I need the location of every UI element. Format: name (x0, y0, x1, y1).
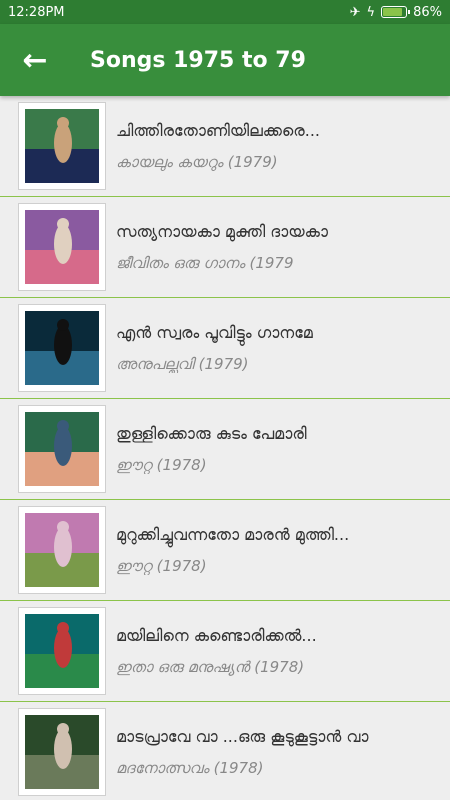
song-list-item[interactable]: മയിലിനെ കണ്ടൊരിക്കൽ... ഇതാ ഒരു മനുഷ്യൻ (1… (0, 601, 450, 702)
song-thumbnail (18, 607, 106, 695)
status-time: 12:28PM (8, 4, 65, 20)
film-name: അനുപല്ലവി (1979) (116, 355, 249, 373)
film-name: മദനോത്സവം (1978) (116, 759, 264, 777)
song-list[interactable]: ചിത്തിരതോണിയിലക്കരെ... കായലും കയറും (1979… (0, 96, 450, 800)
status-icons: ✈ ϟ 86% (350, 5, 442, 20)
app-bar: ← Songs 1975 to 79 (0, 24, 450, 96)
video-still-image (25, 412, 99, 486)
airplane-icon: ✈ (349, 4, 361, 20)
song-title: ചിത്തിരതോണിയിലക്കരെ... (116, 121, 320, 140)
song-title: തുള്ളിക്കൊരു കുടം പേമാരി (116, 424, 307, 443)
song-title: എൻ സ്വരം പൂവിട്ടും ഗാനമേ (116, 323, 313, 342)
video-still-image (25, 210, 99, 284)
video-still-image (25, 109, 99, 183)
page-title: Songs 1975 to 79 (90, 47, 306, 73)
song-list-item[interactable]: സത്യനായകാ മുക്തി ദായകാ ജീവിതം ഒരു ഗാനം (1… (0, 197, 450, 298)
song-thumbnail (18, 304, 106, 392)
song-thumbnail (18, 102, 106, 190)
back-arrow-icon[interactable]: ← (0, 24, 70, 96)
video-still-image (25, 513, 99, 587)
song-title: മയിലിനെ കണ്ടൊരിക്കൽ... (116, 626, 317, 645)
song-list-item[interactable]: മുറുക്കിച്ചുവന്നതോ മാരൻ മുത്തി... ഈറ്റ (1… (0, 500, 450, 601)
song-list-item[interactable]: മാടപ്രാവേ വാ ...ഒരു കൂടുകൂട്ടാൻ വാ മദനോത്… (0, 702, 450, 800)
film-name: ഇതാ ഒരു മനുഷ്യൻ (1978) (116, 658, 305, 676)
song-title: സത്യനായകാ മുക്തി ദായകാ (116, 222, 328, 241)
battery-icon (381, 6, 411, 18)
song-list-item[interactable]: ചിത്തിരതോണിയിലക്കരെ... കായലും കയറും (1979… (0, 96, 450, 197)
song-list-item[interactable]: തുള്ളിക്കൊരു കുടം പേമാരി ഈറ്റ (1978) (0, 399, 450, 500)
video-still-image (25, 311, 99, 385)
battery-level-fill (383, 8, 402, 16)
film-name: ഈറ്റ (1978) (116, 456, 207, 474)
song-list-item[interactable]: എൻ സ്വരം പൂവിട്ടും ഗാനമേ അനുപല്ലവി (1979) (0, 298, 450, 399)
video-still-image (25, 715, 99, 789)
song-thumbnail (18, 506, 106, 594)
film-name: കായലും കയറും (1979) (116, 153, 278, 171)
song-title: മാടപ്രാവേ വാ ...ഒരു കൂടുകൂട്ടാൻ വാ (116, 727, 369, 746)
film-name: ഈറ്റ (1978) (116, 557, 207, 575)
song-title: മുറുക്കിച്ചുവന്നതോ മാരൻ മുത്തി... (116, 525, 350, 544)
battery-percent: 86% (413, 4, 442, 20)
song-thumbnail (18, 405, 106, 493)
film-name: ജീവിതം ഒരു ഗാനം (1979 (116, 254, 294, 272)
status-bar: 12:28PM ✈ ϟ 86% (0, 0, 450, 24)
charging-icon: ϟ (366, 4, 376, 20)
video-still-image (25, 614, 99, 688)
song-thumbnail (18, 203, 106, 291)
song-thumbnail (18, 708, 106, 796)
